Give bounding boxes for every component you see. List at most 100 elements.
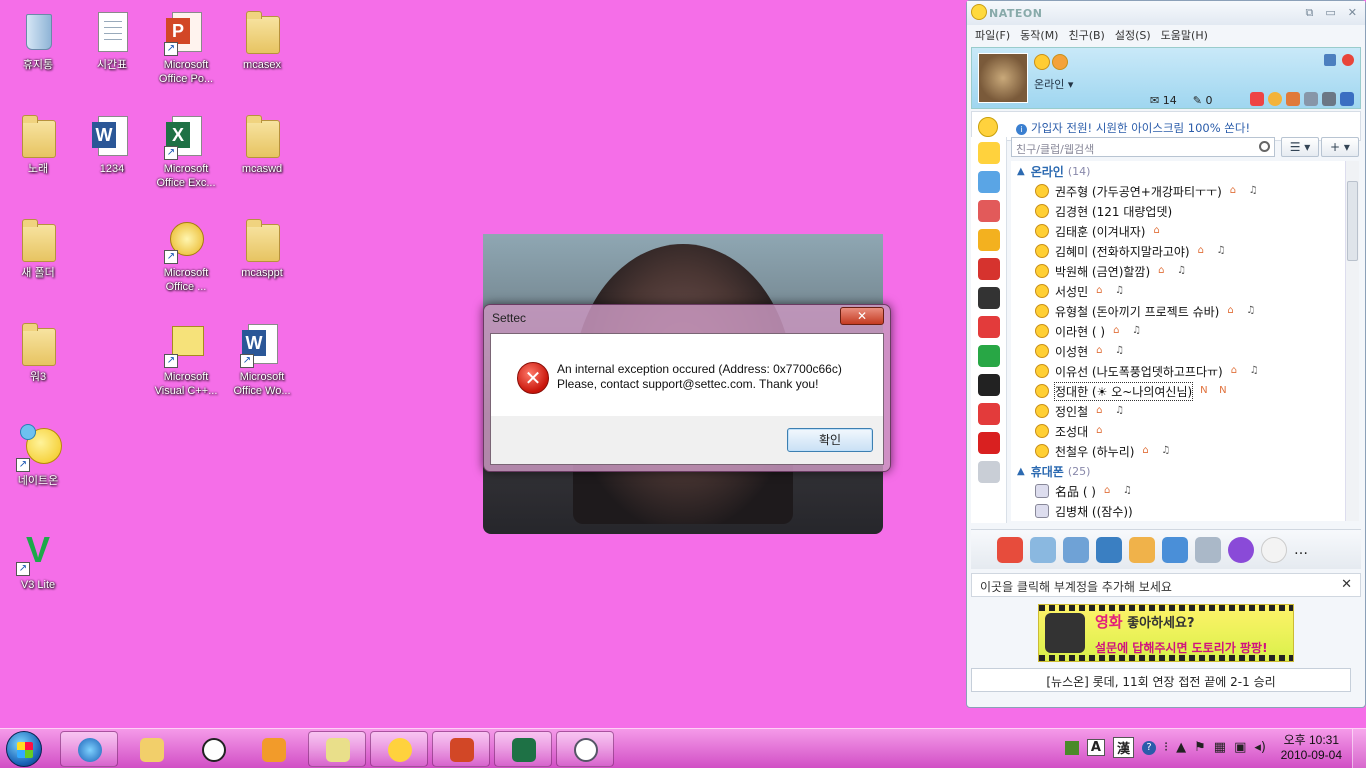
auction-icon[interactable] bbox=[977, 403, 1000, 425]
cube-icon[interactable] bbox=[977, 432, 1000, 454]
close-icon[interactable]: ✕ bbox=[1341, 577, 1352, 592]
taskbar-alsong[interactable] bbox=[184, 731, 242, 767]
friend-item[interactable]: 김혜미 (전화하지말라고야) ⌂ ♫ bbox=[1011, 241, 1345, 261]
taskbar-settec[interactable] bbox=[556, 731, 614, 767]
start-button[interactable] bbox=[6, 731, 42, 767]
menu-help[interactable]: 도움말(H) bbox=[1161, 27, 1208, 43]
character-icon[interactable] bbox=[1228, 536, 1254, 563]
more-services-icon[interactable] bbox=[977, 461, 1000, 483]
ime-hanja-button[interactable]: 漢 bbox=[1112, 737, 1134, 758]
display-icon[interactable]: ▣ bbox=[1234, 740, 1246, 755]
taskbar-media[interactable] bbox=[244, 731, 302, 767]
friend-item[interactable]: 조성대 ⌂ bbox=[1011, 421, 1345, 441]
shopping-icon[interactable] bbox=[977, 316, 1000, 338]
desktop-icon-excel[interactable]: X ↗ Microsoft Office Exc... bbox=[148, 112, 224, 190]
close-icon[interactable]: ✕ bbox=[1348, 6, 1357, 20]
save-icon[interactable] bbox=[1340, 92, 1354, 106]
emoticon-icon[interactable] bbox=[1034, 54, 1050, 70]
taskbar-powerpoint[interactable] bbox=[432, 731, 490, 767]
help-icon[interactable]: ? bbox=[1142, 740, 1156, 755]
desktop-icon-war3[interactable]: 워3 bbox=[0, 320, 76, 384]
menu-settings[interactable]: 설정(S) bbox=[1115, 27, 1151, 43]
desktop-icon-v3-lite[interactable]: V ↗ V3 Lite bbox=[0, 528, 76, 592]
sms-icon[interactable] bbox=[1063, 536, 1089, 563]
desktop-icon-nateon[interactable]: ↗ 네이트온 bbox=[0, 424, 76, 488]
emoticon-icon[interactable] bbox=[1052, 54, 1068, 70]
g-market-icon[interactable] bbox=[977, 345, 1000, 367]
taskbar-excel[interactable] bbox=[494, 731, 552, 767]
flag-icon[interactable]: ⚑ bbox=[1194, 740, 1206, 755]
group-online[interactable]: ▲ 온라인 (14) bbox=[1011, 161, 1345, 181]
friend-item[interactable]: 김태훈 (이겨내자) ⌂ bbox=[1011, 221, 1345, 241]
ad-banner[interactable]: 영화 좋아하세요? 설문에 답해주시면 도토리가 팡팡! bbox=[1038, 604, 1294, 662]
desktop-icon-1234[interactable]: W 1234 bbox=[74, 112, 150, 176]
more-icon[interactable]: … bbox=[1294, 542, 1308, 558]
group-mobile[interactable]: ▲ 휴대폰 (25) bbox=[1011, 461, 1345, 481]
cube-icon[interactable] bbox=[1250, 92, 1264, 106]
show-desktop-button[interactable] bbox=[1352, 729, 1366, 768]
desktop-icon-recycle-bin[interactable]: 휴지통 bbox=[0, 8, 76, 72]
taskbar-photos[interactable] bbox=[308, 731, 366, 767]
phone-icon[interactable] bbox=[1096, 536, 1122, 563]
smiley-icon[interactable] bbox=[1268, 92, 1282, 106]
ime-mode-button[interactable]: A bbox=[1086, 739, 1105, 756]
eleven-street-icon[interactable] bbox=[977, 374, 1000, 396]
show-hidden-icons[interactable]: ▲ bbox=[1176, 740, 1186, 755]
friend-item[interactable]: 서성민 ⌂ ♫ bbox=[1011, 281, 1345, 301]
add-friend-button[interactable]: + ▾ bbox=[1321, 137, 1359, 157]
mail-count[interactable]: ✉ 14 bbox=[1150, 94, 1177, 107]
news-ticker[interactable]: [뉴스온] 롯데, 11회 연장 접전 끝에 2-1 승리 bbox=[971, 668, 1351, 692]
desktop-icon-songs[interactable]: 노래 bbox=[0, 112, 76, 176]
taskbar-explorer[interactable] bbox=[122, 731, 180, 767]
desktop-icon-timetable[interactable]: 시간표 bbox=[74, 8, 150, 72]
menu-friends[interactable]: 친구(B) bbox=[1068, 27, 1104, 43]
menu-file[interactable]: 파일(F) bbox=[975, 27, 1010, 43]
menu-action[interactable]: 동작(M) bbox=[1020, 27, 1058, 43]
friend-item-selected[interactable]: 정대한 (☀ 오~나의여신님) N N bbox=[1011, 381, 1345, 401]
memo-icon[interactable] bbox=[1129, 536, 1155, 563]
friend-item[interactable]: 김병채 ((잠수)) bbox=[1011, 501, 1345, 521]
desktop-icon-outlook[interactable]: ↗ Microsoft Office ... bbox=[148, 216, 224, 294]
play-icon[interactable] bbox=[1261, 536, 1287, 563]
ok-button[interactable]: 확인 bbox=[787, 428, 873, 452]
taskbar-ie[interactable] bbox=[60, 731, 118, 767]
desktop-icon-mcasppt[interactable]: mcasppt bbox=[224, 216, 300, 280]
alarm-icon[interactable] bbox=[977, 258, 1000, 280]
desktop-icon-mcaswd[interactable]: mcaswd bbox=[224, 112, 300, 176]
status-dropdown[interactable]: 온라인 ▾ bbox=[1034, 76, 1073, 92]
avatar-service-icon[interactable] bbox=[977, 287, 1000, 309]
desktop-icon-mcasex[interactable]: mcasex bbox=[224, 8, 300, 72]
minimize-icon[interactable]: ▭ bbox=[1325, 6, 1335, 20]
friend-item[interactable]: 정인철 ⌂ ♫ bbox=[1011, 401, 1345, 421]
friend-item[interactable]: 유형철 (돈아끼기 프로젝트 슈바) ⌂ ♫ bbox=[1011, 301, 1345, 321]
bell-icon[interactable] bbox=[977, 229, 1000, 251]
network-icon[interactable] bbox=[1324, 54, 1336, 66]
friend-item[interactable]: 이유선 (나도폭풍업뎃하고프다ㅠ) ⌂ ♫ bbox=[1011, 361, 1345, 381]
dialog-close-button[interactable]: ✕ bbox=[840, 307, 884, 325]
volume-icon[interactable]: ◂) bbox=[1254, 740, 1266, 755]
friend-item[interactable]: 이성현 ⌂ ♫ bbox=[1011, 341, 1345, 361]
avatar[interactable] bbox=[978, 53, 1028, 103]
options-icon[interactable]: ⁝ bbox=[1164, 740, 1168, 755]
note-count[interactable]: ✎ 0 bbox=[1193, 94, 1213, 107]
network-icon[interactable]: ▦ bbox=[1214, 740, 1226, 755]
taskbar-nateon[interactable] bbox=[370, 731, 428, 767]
desktop-icon-powerpoint[interactable]: P ↗ Microsoft Office Po... bbox=[148, 8, 224, 86]
friend-item[interactable]: 김경현 (121 대량업뎃) bbox=[1011, 201, 1345, 221]
friend-item[interactable]: 박원해 (금연)할깜) ⌂ ♫ bbox=[1011, 261, 1345, 281]
friend-list-scrollbar[interactable] bbox=[1345, 161, 1359, 521]
mail-icon[interactable] bbox=[1030, 536, 1056, 563]
remote-icon[interactable] bbox=[1162, 536, 1188, 563]
online-globe-icon[interactable] bbox=[1342, 54, 1354, 66]
photo-message-icon[interactable] bbox=[997, 536, 1023, 563]
search-icon[interactable] bbox=[1259, 141, 1270, 152]
list-view-button[interactable]: ☰ ▾ bbox=[1281, 137, 1319, 157]
weather-icon[interactable] bbox=[1195, 536, 1221, 563]
desktop-icon-visual-cpp[interactable]: ↗ Microsoft Visual C++... bbox=[148, 320, 224, 398]
desktop-icon-new-folder[interactable]: 새 폴더 bbox=[0, 216, 76, 280]
friend-item[interactable]: 권주형 (가두공연+개강파티ㅜㅜ) ⌂ ♫ bbox=[1011, 181, 1345, 201]
game-icon[interactable] bbox=[977, 200, 1000, 222]
search-input[interactable]: 친구/클럽/웹검색 bbox=[1011, 137, 1275, 157]
home-icon[interactable] bbox=[1286, 92, 1300, 106]
scroll-thumb[interactable] bbox=[1347, 181, 1358, 261]
